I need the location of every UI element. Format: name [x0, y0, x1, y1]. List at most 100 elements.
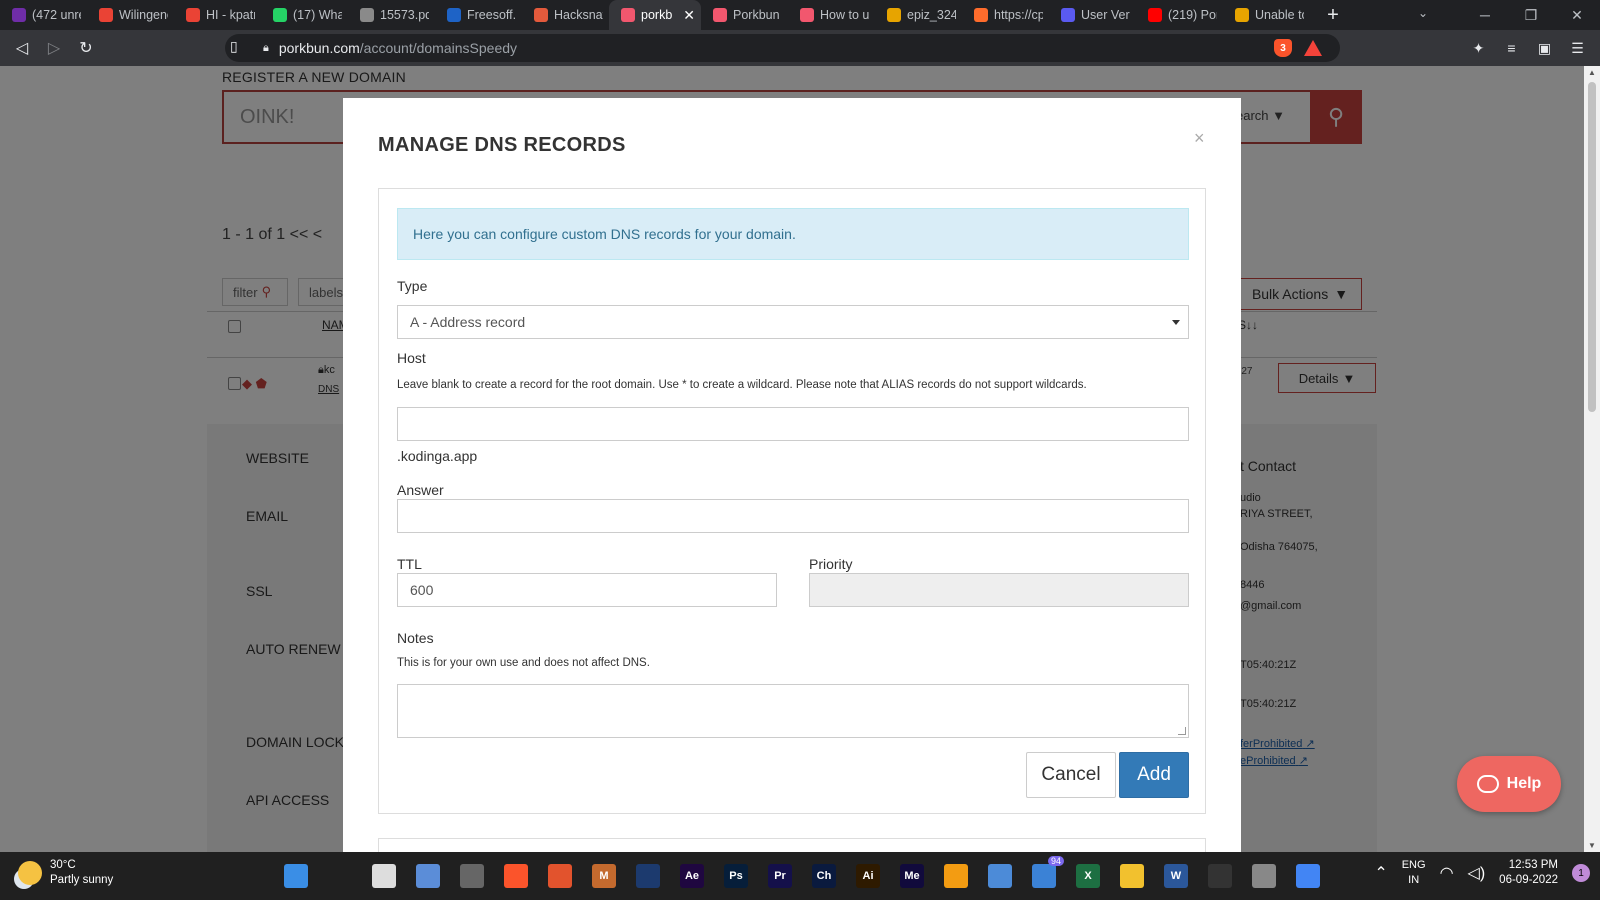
ttl-input[interactable]: 600 — [397, 573, 777, 607]
taskbar: 30°C Partly sunny M Ae Ps Pr Ch Ai Me 94 X W ⌃ EN… — [0, 852, 1600, 900]
browser-tab[interactable]: Porkbun — [701, 0, 788, 30]
app-glyph: Me — [900, 864, 924, 888]
back-icon[interactable]: ◁ — [6, 34, 38, 62]
app-glyph: X — [1076, 864, 1100, 888]
close-window-icon[interactable]: ✕ — [1554, 0, 1600, 30]
chrome-icon[interactable] — [1290, 858, 1326, 894]
m-app-icon[interactable]: M — [586, 858, 622, 894]
browser-tab[interactable]: User Verif — [1049, 0, 1136, 30]
word-icon[interactable]: W — [1158, 858, 1194, 894]
caret-down-icon — [1172, 320, 1180, 325]
c4d-icon[interactable] — [630, 858, 666, 894]
notification-badge[interactable]: 1 — [1572, 864, 1590, 882]
reading-list-icon[interactable]: ≡ — [1495, 34, 1528, 62]
minimize-icon[interactable]: ─ — [1462, 0, 1508, 30]
wallet-icon[interactable]: ▣ — [1528, 34, 1561, 62]
scroll-down-icon[interactable]: ▼ — [1584, 841, 1600, 850]
language-top: ENG — [1401, 859, 1426, 871]
url-path: /account/domainsSpeedy — [359, 40, 518, 56]
browser-tab[interactable]: (472 unre — [0, 0, 87, 30]
app-glyph — [944, 864, 968, 888]
tab-label: Porkbun — [733, 8, 780, 22]
scroll-up-icon[interactable]: ▲ — [1584, 68, 1600, 77]
premiere-icon[interactable]: Pr — [762, 858, 798, 894]
browser-tab[interactable]: Wilingene — [87, 0, 174, 30]
reload-icon[interactable]: ↻ — [70, 34, 102, 62]
app-glyph — [548, 864, 572, 888]
browser-tab[interactable]: (17) What — [261, 0, 348, 30]
media-encoder-icon[interactable]: Me — [894, 858, 930, 894]
scrollbar-thumb[interactable] — [1588, 82, 1596, 412]
tab-label: (472 unre — [32, 8, 81, 22]
host-input[interactable] — [397, 407, 1189, 441]
browser-tab[interactable]: Hacksnati — [522, 0, 609, 30]
excel-icon[interactable]: X — [1070, 858, 1106, 894]
browser-tab[interactable]: epiz_3246 — [875, 0, 962, 30]
tab-search-icon[interactable]: ⌄ — [1418, 6, 1428, 20]
fl-studio-icon[interactable] — [938, 858, 974, 894]
address-bar[interactable]: 🔒︎ porkbun.com/account/domainsSpeedy 3 — [225, 34, 1340, 62]
browser-tab[interactable]: 15573.pdf — [348, 0, 435, 30]
weather-desc: Partly sunny — [50, 874, 114, 886]
folder-icon[interactable] — [1114, 858, 1150, 894]
notes-label: Notes — [397, 630, 434, 646]
office-icon[interactable] — [542, 858, 578, 894]
app-glyph — [328, 864, 352, 888]
language-bottom: IN — [1408, 874, 1420, 886]
photos-icon[interactable] — [982, 858, 1018, 894]
weather-widget[interactable]: 30°C Partly sunny — [18, 858, 113, 888]
type-select[interactable]: A - Address record — [397, 305, 1189, 339]
calculator-icon[interactable] — [410, 858, 446, 894]
wifi-icon[interactable]: ◠ — [1440, 863, 1454, 883]
freesoff-icon — [447, 8, 461, 22]
restore-icon[interactable]: ❐ — [1508, 0, 1554, 30]
url-host: porkbun.com — [278, 40, 360, 56]
bookmark-icon[interactable]: ▯ — [230, 38, 238, 55]
browser-tab[interactable]: Freesoff.c — [435, 0, 522, 30]
obs-icon[interactable] — [1202, 858, 1238, 894]
resize-grip-icon[interactable] — [1178, 727, 1186, 735]
chevron-up-icon[interactable]: ⌃ — [1374, 863, 1387, 883]
new-tab-button[interactable]: + — [1318, 4, 1348, 27]
browser-tab[interactable]: How to u — [788, 0, 875, 30]
volume-icon[interactable]: ◁) — [1468, 863, 1486, 883]
app-badge: 94 — [1047, 856, 1064, 866]
notes-textarea[interactable] — [397, 684, 1189, 738]
menu-icon[interactable]: ☰ — [1561, 34, 1594, 62]
add-button[interactable]: Add — [1119, 752, 1189, 798]
ttl-input-value: 600 — [410, 582, 434, 598]
browser-tab[interactable]: Unable to — [1223, 0, 1310, 30]
browser-tab[interactable]: HI - kpatr — [174, 0, 261, 30]
character-animator-icon[interactable]: Ch — [806, 858, 842, 894]
browser-tab[interactable]: https://cp — [962, 0, 1049, 30]
host-suffix: .kodinga.app — [397, 448, 478, 464]
forward-icon[interactable]: ▷ — [38, 34, 70, 62]
after-effects-icon[interactable]: Ae — [674, 858, 710, 894]
close-icon[interactable]: × — [1194, 128, 1205, 149]
browser-tab[interactable]: porkb ✕ — [609, 0, 701, 30]
brave-rewards-icon[interactable] — [1304, 40, 1322, 56]
answer-label: Answer — [397, 482, 444, 498]
start-icon[interactable] — [278, 858, 314, 894]
cancel-button[interactable]: Cancel — [1026, 752, 1116, 798]
terminal-icon[interactable] — [454, 858, 490, 894]
answer-input[interactable] — [397, 499, 1189, 533]
help-widget-button[interactable]: Help — [1457, 756, 1561, 812]
file-icon[interactable] — [366, 858, 402, 894]
brave-shields-icon[interactable]: 3 — [1274, 39, 1292, 57]
page-scrollbar[interactable]: ▲ ▼ — [1584, 66, 1600, 852]
photoshop-icon[interactable]: Ps — [718, 858, 754, 894]
extensions-icon[interactable]: ✦ — [1462, 34, 1495, 62]
gmail-icon — [99, 8, 113, 22]
snipping-icon[interactable] — [1246, 858, 1282, 894]
teams-icon[interactable]: 94 — [1026, 856, 1064, 894]
search-icon[interactable] — [322, 858, 358, 894]
close-tab-icon[interactable]: ✕ — [683, 7, 695, 24]
illustrator-icon[interactable]: Ai — [850, 858, 886, 894]
clock[interactable]: 12:53 PM 06-09-2022 — [1499, 858, 1558, 888]
language-indicator[interactable]: ENG IN — [1402, 858, 1426, 888]
tab-label: (219) Pork — [1168, 8, 1217, 22]
app-glyph — [1032, 864, 1056, 888]
brave-icon[interactable] — [498, 858, 534, 894]
browser-tab[interactable]: (219) Pork — [1136, 0, 1223, 30]
